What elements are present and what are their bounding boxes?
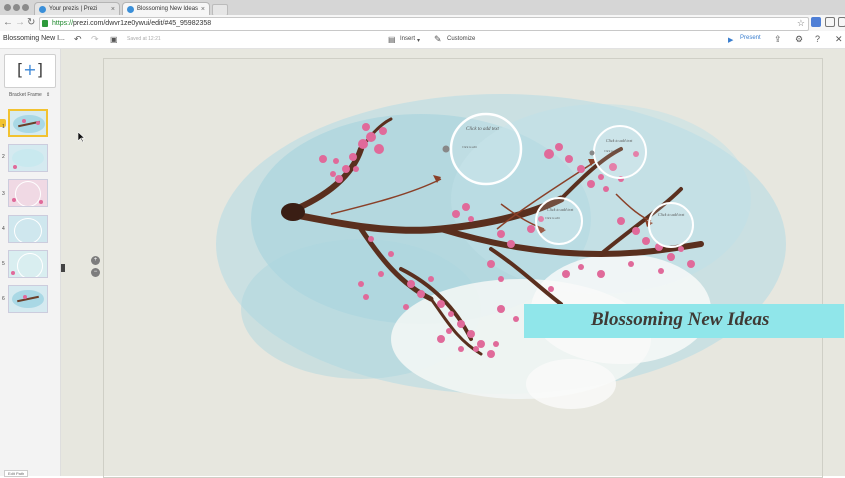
presentation-title[interactable]: Blossoming New I... xyxy=(3,35,65,42)
share-icon[interactable]: ⇪ xyxy=(774,34,782,45)
frame-dot-icon xyxy=(589,150,595,156)
url-text: https://prezi.com/dwvr1ze0ywui/edit/#45_… xyxy=(52,20,212,27)
thumbnail-number: 1 xyxy=(2,124,5,130)
thumbnail-number: 2 xyxy=(2,154,5,160)
circle-4-title[interactable]: Click to add text xyxy=(658,212,684,217)
blossom-artwork xyxy=(216,94,786,409)
browser-navbar: ← → ↻ https://prezi.com/dwvr1ze0ywui/edi… xyxy=(0,15,845,32)
customize-button[interactable]: Customize xyxy=(447,36,475,42)
bookmark-star-icon[interactable]: ☆ xyxy=(797,17,805,29)
add-frame-button[interactable]: [+] xyxy=(4,54,56,88)
maximize-window-icon[interactable] xyxy=(22,4,29,11)
thumbnail-number: 4 xyxy=(2,226,5,232)
mouse-cursor-icon xyxy=(78,132,86,142)
tab-your-prezis[interactable]: Your prezis | Prezi × xyxy=(34,2,120,15)
thumbnail-frame-5[interactable] xyxy=(8,250,48,278)
tab-blossoming-new-ideas[interactable]: Blossoming New Ideas × xyxy=(122,2,210,15)
menu-icon[interactable] xyxy=(838,17,845,27)
prezi-favicon-icon xyxy=(127,6,134,13)
branch-knot xyxy=(281,203,305,221)
thumbnail-number: 5 xyxy=(2,261,5,267)
help-icon[interactable]: ? xyxy=(815,34,820,45)
circle-1-body[interactable]: Click to edit xyxy=(462,145,477,149)
back-icon[interactable]: ← xyxy=(3,16,13,30)
frame-info-icon xyxy=(442,145,450,153)
browser-tab-strip: Your prezis | Prezi × Blossoming New Ide… xyxy=(0,0,845,16)
forward-icon[interactable]: → xyxy=(15,16,25,30)
insert-menu[interactable]: Insert xyxy=(400,36,415,42)
prezi-favicon-icon xyxy=(39,6,46,13)
thumbnail-frame-2[interactable] xyxy=(8,144,48,172)
thumbnail-frame-1[interactable] xyxy=(8,109,48,137)
updown-icon: ⇕ xyxy=(46,92,51,98)
presentation-main-title[interactable]: Blossoming New Ideas xyxy=(591,309,769,331)
prezi-canvas[interactable]: + − Click to add text Click to edit Clic… xyxy=(61,49,845,478)
save-icon[interactable]: ▣ xyxy=(110,34,118,45)
present-button[interactable]: Present xyxy=(740,35,761,41)
frames-sidebar: [+] Bracket Frame ⇕ 2 3 4 5 6 1 Edit Pat… xyxy=(0,49,61,477)
saved-status: Saved at 12:21 xyxy=(127,36,161,42)
frame-type-select[interactable]: Bracket Frame xyxy=(9,92,42,98)
undo-icon[interactable]: ↶ xyxy=(74,34,82,45)
thumbnail-frame-4[interactable] xyxy=(8,215,48,243)
reload-icon[interactable]: ↻ xyxy=(27,16,35,30)
play-icon: ▶ xyxy=(728,37,734,44)
chevron-down-icon: ▾ xyxy=(417,38,421,44)
circle-3-title[interactable]: Click to add text xyxy=(547,207,573,212)
redo-icon[interactable]: ↷ xyxy=(91,34,99,45)
thumbnail-number: 6 xyxy=(2,296,5,302)
close-icon[interactable]: ✕ xyxy=(835,34,843,45)
gear-icon[interactable]: ⚙ xyxy=(795,34,803,45)
extension-icon[interactable] xyxy=(811,17,821,27)
insert-icon: ▤ xyxy=(388,35,396,44)
tab-label: Your prezis | Prezi xyxy=(49,6,98,12)
circle-2-title[interactable]: Click to add text xyxy=(606,138,632,143)
circle-1-title[interactable]: Click to add text xyxy=(466,127,499,132)
tab-label: Blossoming New Ideas xyxy=(137,6,199,12)
thumbnail-frame-6[interactable] xyxy=(8,285,48,313)
minimize-window-icon[interactable] xyxy=(13,4,20,11)
close-window-icon[interactable] xyxy=(4,4,11,11)
address-bar[interactable]: https://prezi.com/dwvr1ze0ywui/edit/#45_… xyxy=(39,17,809,31)
prezi-toolbar: Blossoming New I... ↶ ↷ ▣ Saved at 12:21… xyxy=(0,31,845,49)
circle-3-body[interactable]: Click to edit xyxy=(545,216,560,220)
brush-icon: ✎ xyxy=(434,34,442,44)
cast-icon[interactable] xyxy=(825,17,835,27)
lock-icon xyxy=(42,20,48,27)
thumbnail-number: 3 xyxy=(2,191,5,197)
thumbnail-frame-3[interactable] xyxy=(8,179,48,207)
circle-2-body[interactable]: Click to edit xyxy=(604,149,619,153)
